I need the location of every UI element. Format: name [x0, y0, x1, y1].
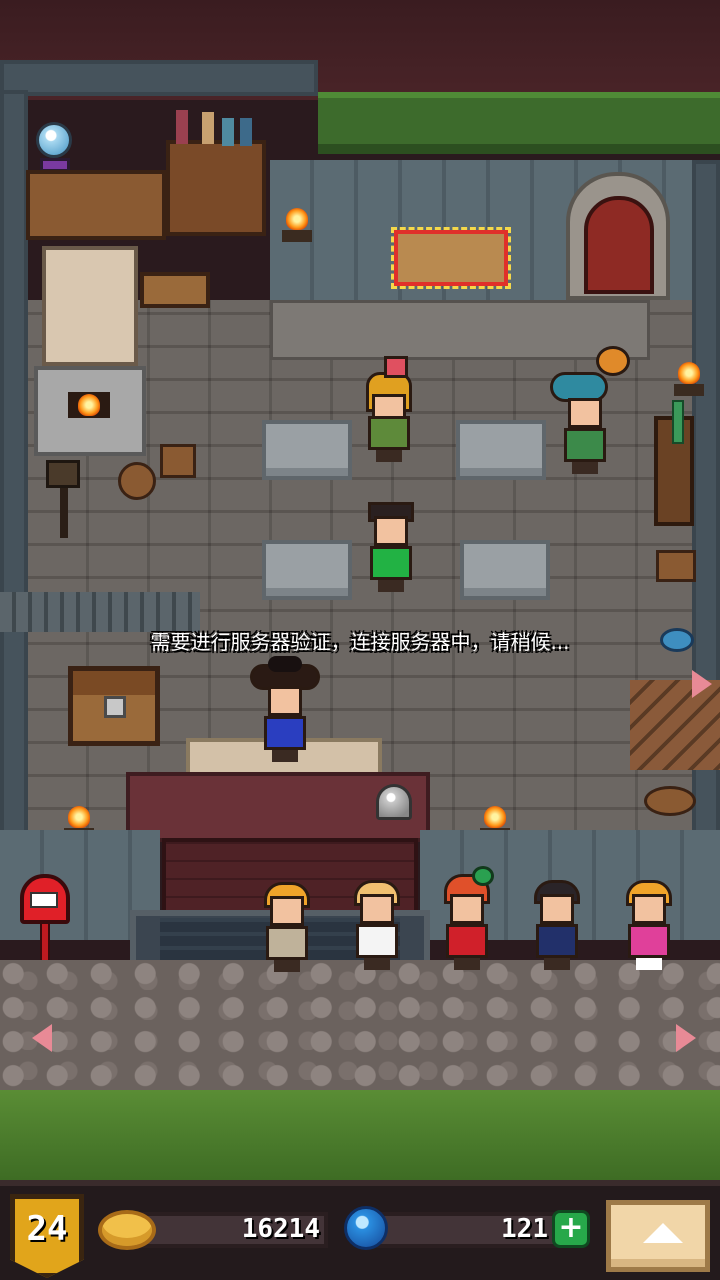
visitor-blonde[interactable] [348, 880, 406, 972]
envelope-icon [30, 892, 58, 908]
furnace-fire [78, 394, 100, 416]
potion-bottle [672, 400, 684, 444]
book [176, 110, 188, 144]
service-bell-icon[interactable] [376, 784, 412, 820]
training-slab[interactable] [262, 420, 352, 480]
gem-amount: 121 [501, 1214, 548, 1244]
book [222, 118, 234, 146]
wall-top-left [0, 60, 318, 96]
training-slab[interactable] [460, 540, 550, 600]
barrel [644, 786, 696, 816]
torch [674, 362, 704, 396]
walk-left-arrow-icon[interactable] [32, 1024, 52, 1052]
visitor-girl[interactable] [620, 880, 678, 972]
grass-strip [0, 1090, 720, 1180]
visitor-boy[interactable] [528, 880, 586, 972]
garden-hedge [318, 92, 720, 154]
server-status-message: 需要进行服务器验证，连接服务器中，请稍候... [150, 630, 570, 654]
cobblestone-street[interactable] [0, 960, 720, 1090]
shopkeeper[interactable] [250, 656, 320, 762]
bookshelf[interactable] [166, 140, 266, 236]
blue-gem-icon [344, 1206, 388, 1250]
gold-coin-icon [98, 1210, 156, 1250]
lamp-post [60, 488, 68, 538]
hero-noble[interactable] [550, 346, 630, 474]
scroll-right-arrow-icon[interactable] [692, 670, 712, 698]
crystal-ball-icon[interactable] [36, 122, 72, 158]
training-slab[interactable] [456, 420, 546, 480]
bottom-hud: 24 16214 121 + [0, 1180, 720, 1280]
book [240, 118, 252, 146]
wooden-bench [140, 272, 210, 308]
lamp-post-head [46, 460, 80, 488]
left-wall [0, 90, 28, 850]
wooden-desk[interactable] [26, 170, 166, 240]
chest-lock [104, 696, 126, 718]
gold-amount: 16214 [241, 1214, 320, 1244]
game-scene[interactable]: 需要进行服务器验证，连接服务器中，请稍候... [0, 0, 720, 1180]
clay-oven[interactable] [42, 246, 138, 366]
hero-recruit[interactable] [362, 502, 420, 594]
quest-board[interactable] [391, 227, 511, 289]
walk-right-arrow-icon[interactable] [676, 1024, 696, 1052]
visitor-worker[interactable] [258, 882, 316, 974]
visitor-redhead[interactable] [438, 866, 496, 970]
expand-menu-button[interactable] [606, 1200, 710, 1272]
chair [656, 550, 696, 582]
level-value: 24 [26, 1209, 68, 1249]
training-slab[interactable] [262, 540, 352, 600]
floor-step [270, 300, 650, 360]
exit-door[interactable] [584, 196, 654, 294]
hero-spartan[interactable] [360, 356, 418, 464]
torch [282, 208, 312, 242]
level-badge[interactable]: 24 [10, 1194, 84, 1278]
stool [160, 444, 196, 478]
add-gems-button[interactable]: + [552, 1210, 590, 1248]
pinecone-basket [118, 462, 156, 500]
book [202, 112, 214, 144]
up-triangle-icon [643, 1223, 683, 1243]
